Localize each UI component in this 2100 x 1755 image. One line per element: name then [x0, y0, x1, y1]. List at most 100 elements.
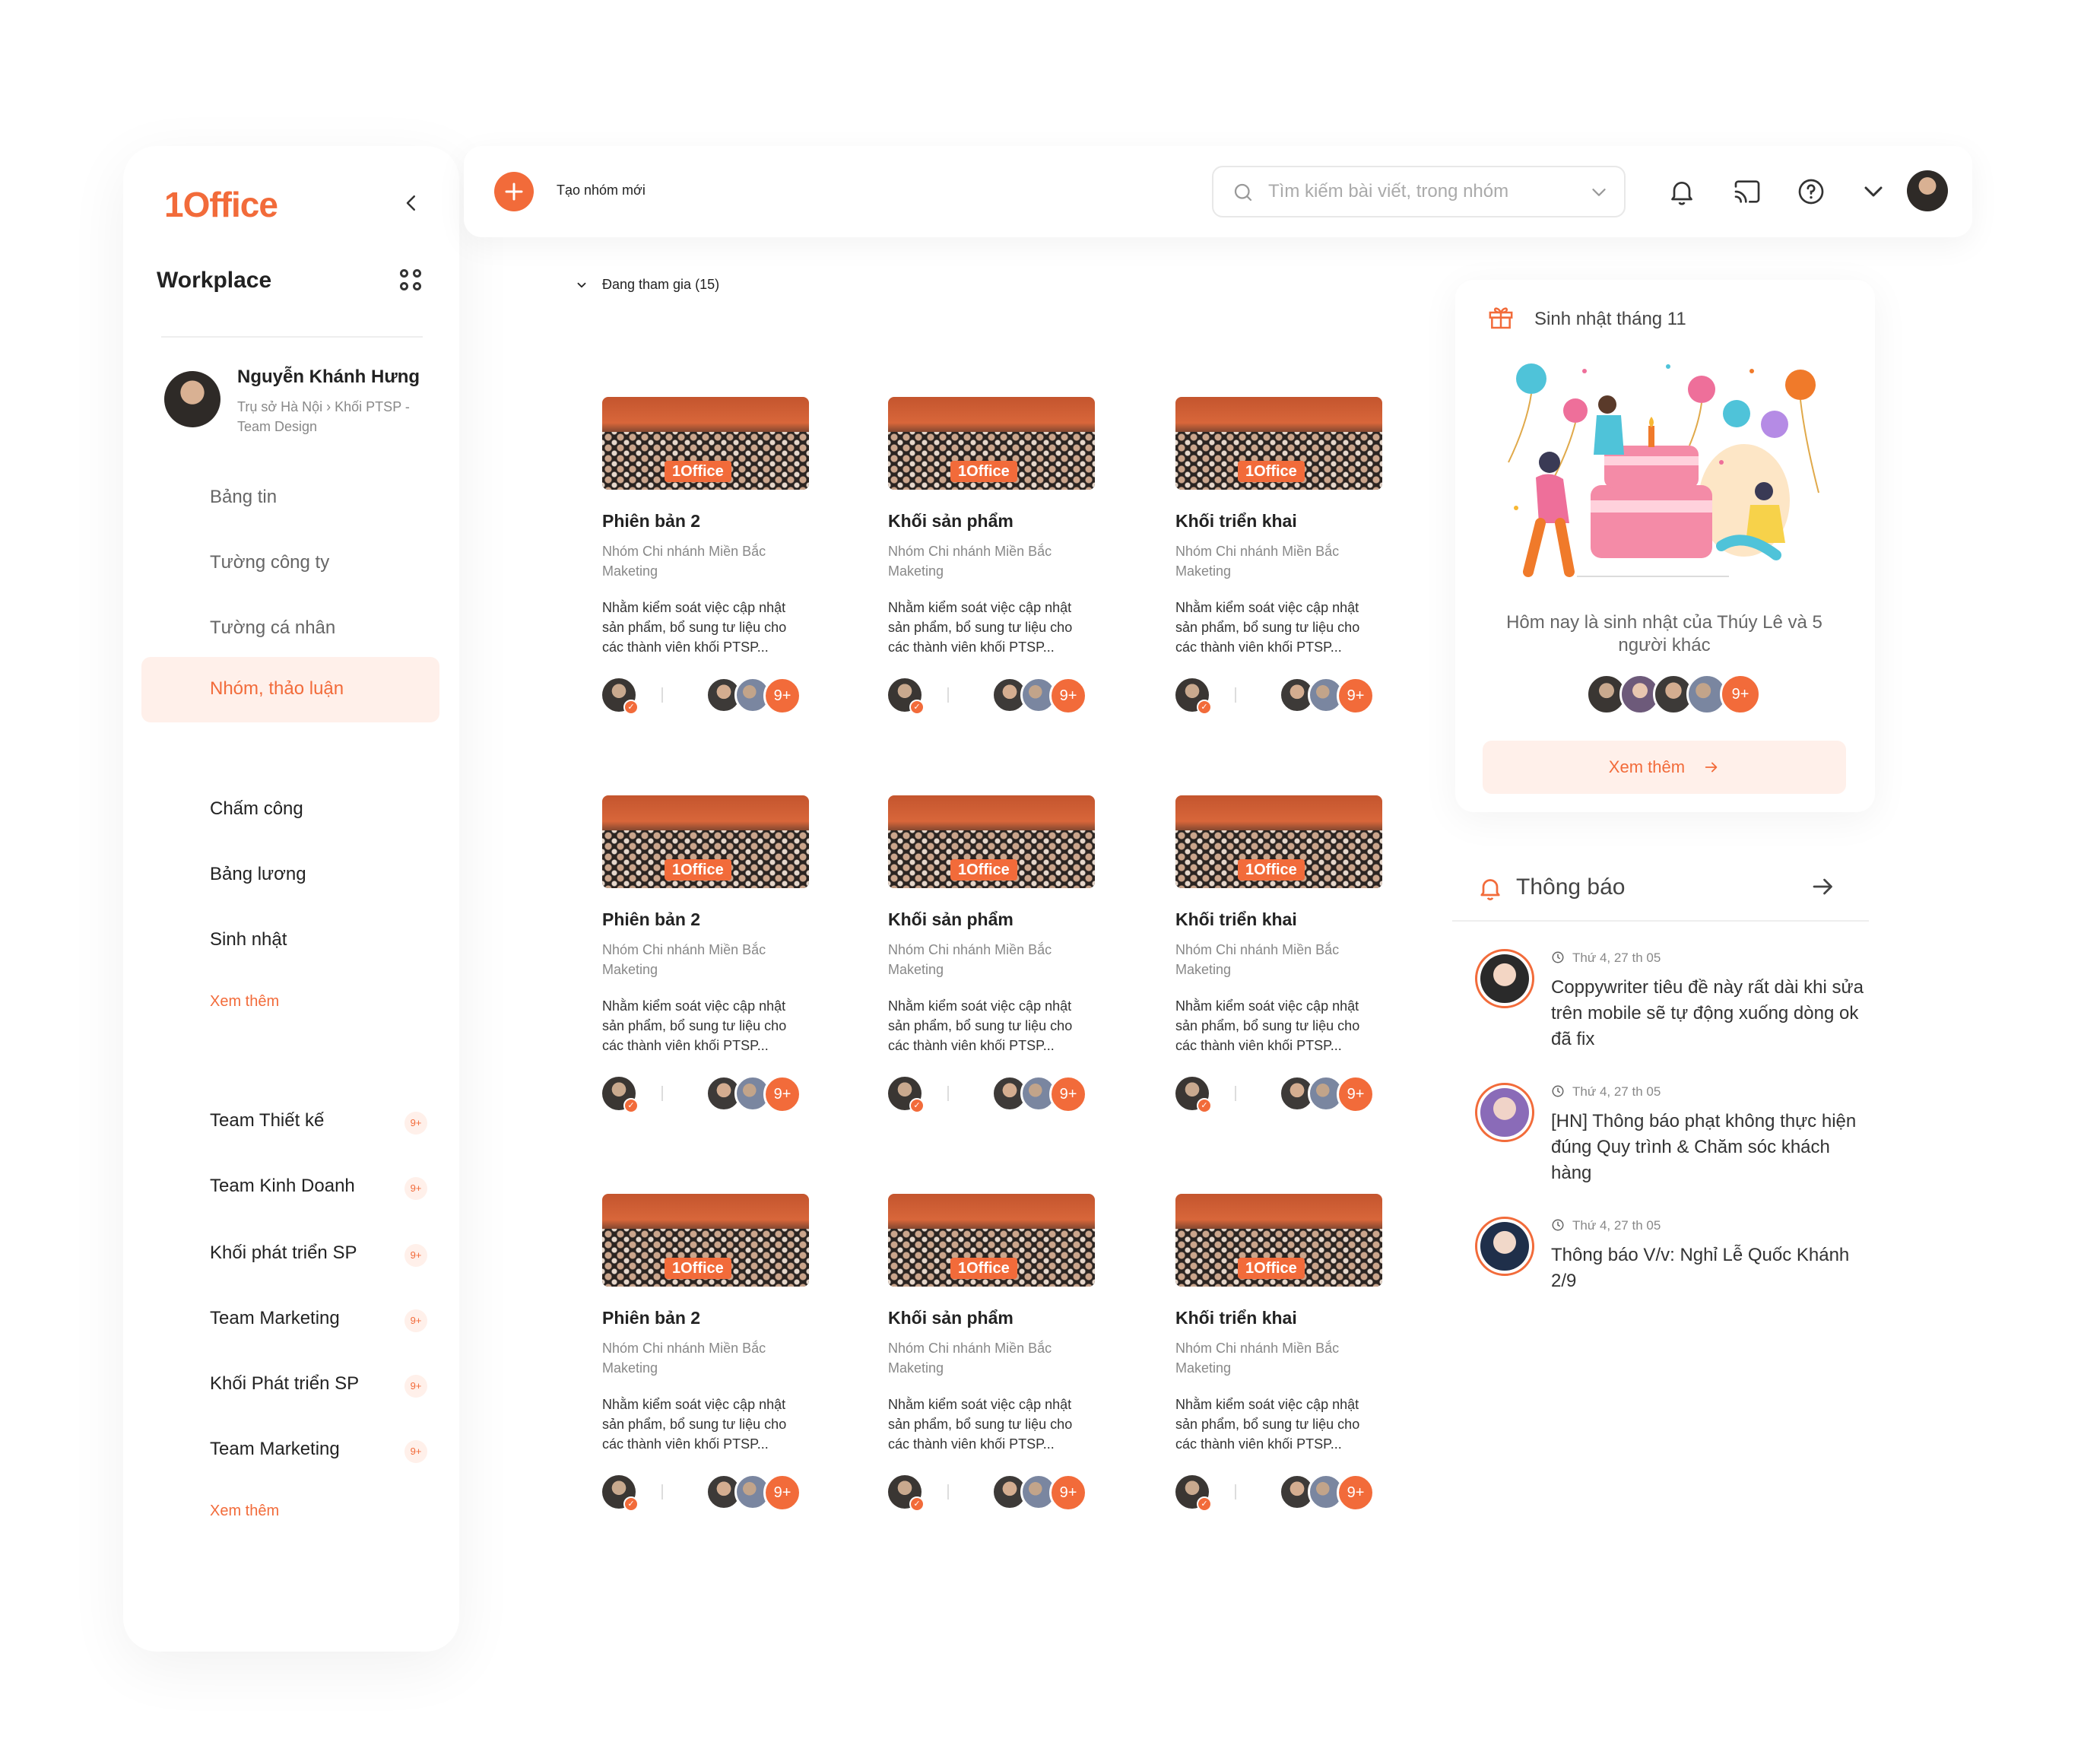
- chevron-left-icon[interactable]: [400, 192, 423, 214]
- group-title[interactable]: Khối sản phẩm: [888, 511, 1014, 532]
- avatar[interactable]: [1475, 1217, 1534, 1276]
- group-badge: 9+: [404, 1440, 427, 1463]
- member-count-badge[interactable]: 9+: [1049, 1075, 1087, 1113]
- member-count-badge[interactable]: 9+: [1337, 1474, 1375, 1512]
- group-subtitle: Nhóm Chi nhánh Miền Bắc Maketing: [602, 942, 766, 977]
- cast-icon[interactable]: [1732, 176, 1762, 207]
- group-cover-image[interactable]: 1Office: [602, 1194, 809, 1287]
- member-count-badge[interactable]: 9+: [763, 1474, 801, 1512]
- avatar[interactable]: ✓: [888, 678, 925, 715]
- search-icon: [1234, 183, 1252, 202]
- avatar[interactable]: [1475, 1083, 1534, 1142]
- app-logo[interactable]: 1Office: [164, 184, 278, 225]
- avatar[interactable]: ✓: [602, 1475, 639, 1512]
- group-cover-image[interactable]: 1Office: [1175, 397, 1382, 490]
- group-item[interactable]: Khối phát triển SP: [210, 1242, 357, 1264]
- group-title[interactable]: Khối sản phẩm: [888, 909, 1014, 930]
- member-count-badge[interactable]: 9+: [763, 1075, 801, 1113]
- group-title[interactable]: Phiên bản 2: [602, 511, 700, 532]
- group-card[interactable]: 1Office Phiên bản 2 Nhóm Chi nhánh Miền …: [602, 795, 809, 1138]
- member-count-badge[interactable]: 9+: [1337, 1075, 1375, 1113]
- chevron-down-icon[interactable]: [1858, 176, 1889, 207]
- group-item[interactable]: Khối Phát triển SP: [210, 1373, 359, 1395]
- plus-icon[interactable]: [494, 172, 534, 211]
- group-title[interactable]: Phiên bản 2: [602, 1308, 700, 1328]
- avatar[interactable]: ✓: [888, 1077, 925, 1113]
- verified-check-icon: ✓: [909, 1496, 925, 1512]
- avatar[interactable]: ✓: [888, 1475, 925, 1512]
- verified-check-icon: ✓: [623, 1496, 639, 1512]
- group-item[interactable]: Team Kinh Doanh: [210, 1176, 355, 1197]
- tools-see-more-link[interactable]: Xem thêm: [210, 993, 279, 1011]
- joined-groups-toggle[interactable]: Đang tham gia (15): [575, 277, 719, 293]
- group-item[interactable]: Team Marketing: [210, 1308, 340, 1329]
- help-icon[interactable]: [1796, 176, 1826, 207]
- tool-timesheet[interactable]: Chấm công: [210, 798, 303, 820]
- group-card[interactable]: 1Office Phiên bản 2 Nhóm Chi nhánh Miền …: [602, 1194, 809, 1536]
- group-badge: 9+: [404, 1244, 427, 1267]
- group-card[interactable]: 1Office Khối sản phẩm Nhóm Chi nhánh Miề…: [888, 795, 1095, 1138]
- group-card[interactable]: 1Office Khối triển khai Nhóm Chi nhánh M…: [1175, 795, 1382, 1138]
- avatar[interactable]: ✓: [1175, 1077, 1212, 1113]
- brand-logo: 1Office: [1238, 1258, 1305, 1279]
- birthday-illustration: [1508, 363, 1819, 577]
- group-title[interactable]: Khối triển khai: [1175, 909, 1297, 930]
- tool-birthday[interactable]: Sinh nhật: [210, 929, 287, 950]
- group-title[interactable]: Khối sản phẩm: [888, 1308, 1014, 1328]
- group-title[interactable]: Khối triển khai: [1175, 511, 1297, 532]
- group-cover-image[interactable]: 1Office: [602, 397, 809, 490]
- search-input[interactable]: [1268, 178, 1572, 205]
- group-description: Nhằm kiểm soát việc cập nhật sản phẩm, b…: [888, 998, 1073, 1053]
- group-cover-image[interactable]: 1Office: [1175, 795, 1382, 888]
- group-cover-image[interactable]: 1Office: [888, 397, 1095, 490]
- groups-see-more-link[interactable]: Xem thêm: [210, 1503, 279, 1520]
- bell-icon: [1480, 879, 1500, 900]
- nav-item-news[interactable]: Bảng tin: [210, 487, 277, 508]
- member-count-badge[interactable]: 9+: [1337, 677, 1375, 715]
- avatar[interactable]: ✓: [1175, 678, 1212, 715]
- member-count-badge[interactable]: 9+: [1049, 1474, 1087, 1512]
- create-group-button[interactable]: Tạo nhóm mới: [557, 182, 646, 198]
- gift-icon: [1489, 307, 1513, 329]
- group-card[interactable]: 1Office Khối triển khai Nhóm Chi nhánh M…: [1175, 397, 1382, 739]
- divider: [1235, 1086, 1236, 1101]
- birthday-see-more-button[interactable]: Xem thêm: [1483, 741, 1846, 794]
- clock-icon: [1552, 1085, 1564, 1097]
- group-item[interactable]: Team Marketing: [210, 1439, 340, 1460]
- group-item[interactable]: Team Thiết kế: [210, 1110, 324, 1131]
- group-title[interactable]: Phiên bản 2: [602, 909, 700, 930]
- group-card[interactable]: 1Office Khối sản phẩm Nhóm Chi nhánh Miề…: [888, 1194, 1095, 1536]
- brand-logo: 1Office: [665, 859, 731, 881]
- group-cover-image[interactable]: 1Office: [888, 795, 1095, 888]
- nav-item-groups[interactable]: Nhóm, thảo luận: [141, 657, 439, 722]
- group-card[interactable]: 1Office Khối triển khai Nhóm Chi nhánh M…: [1175, 1194, 1382, 1536]
- nav-item-company-wall[interactable]: Tường công ty: [210, 552, 329, 573]
- search-box[interactable]: [1212, 166, 1626, 217]
- verified-check-icon: ✓: [1197, 1098, 1212, 1113]
- chevron-down-icon[interactable]: [1588, 181, 1610, 204]
- group-cover-image[interactable]: 1Office: [888, 1194, 1095, 1287]
- group-card[interactable]: 1Office Khối sản phẩm Nhóm Chi nhánh Miề…: [888, 397, 1095, 739]
- nav-item-personal-wall[interactable]: Tường cá nhân: [210, 617, 335, 639]
- avatar[interactable]: [1475, 949, 1534, 1008]
- group-cover-image[interactable]: 1Office: [602, 795, 809, 888]
- member-count-badge[interactable]: 9+: [763, 677, 801, 715]
- arrow-right-icon[interactable]: [1810, 873, 1837, 900]
- profile-name[interactable]: Nguyễn Khánh Hưng: [237, 367, 420, 388]
- group-description: Nhằm kiểm soát việc cập nhật sản phẩm, b…: [1175, 1397, 1360, 1452]
- avatar[interactable]: [164, 371, 220, 427]
- tool-payroll[interactable]: Bảng lương: [210, 864, 306, 885]
- member-count-badge[interactable]: 9+: [1049, 677, 1087, 715]
- avatar[interactable]: ✓: [602, 678, 639, 715]
- group-card[interactable]: 1Office Phiên bản 2 Nhóm Chi nhánh Miền …: [602, 397, 809, 739]
- avatar[interactable]: ✓: [1175, 1475, 1212, 1512]
- group-title[interactable]: Khối triển khai: [1175, 1308, 1297, 1328]
- apps-grid-icon[interactable]: [400, 269, 423, 292]
- avatar[interactable]: [1907, 170, 1948, 211]
- group-description: Nhằm kiểm soát việc cập nhật sản phẩm, b…: [602, 998, 787, 1053]
- verified-check-icon: ✓: [623, 700, 639, 715]
- birthday-count-badge[interactable]: 9+: [1720, 674, 1761, 715]
- bell-icon[interactable]: [1667, 176, 1697, 207]
- group-cover-image[interactable]: 1Office: [1175, 1194, 1382, 1287]
- avatar[interactable]: ✓: [602, 1077, 639, 1113]
